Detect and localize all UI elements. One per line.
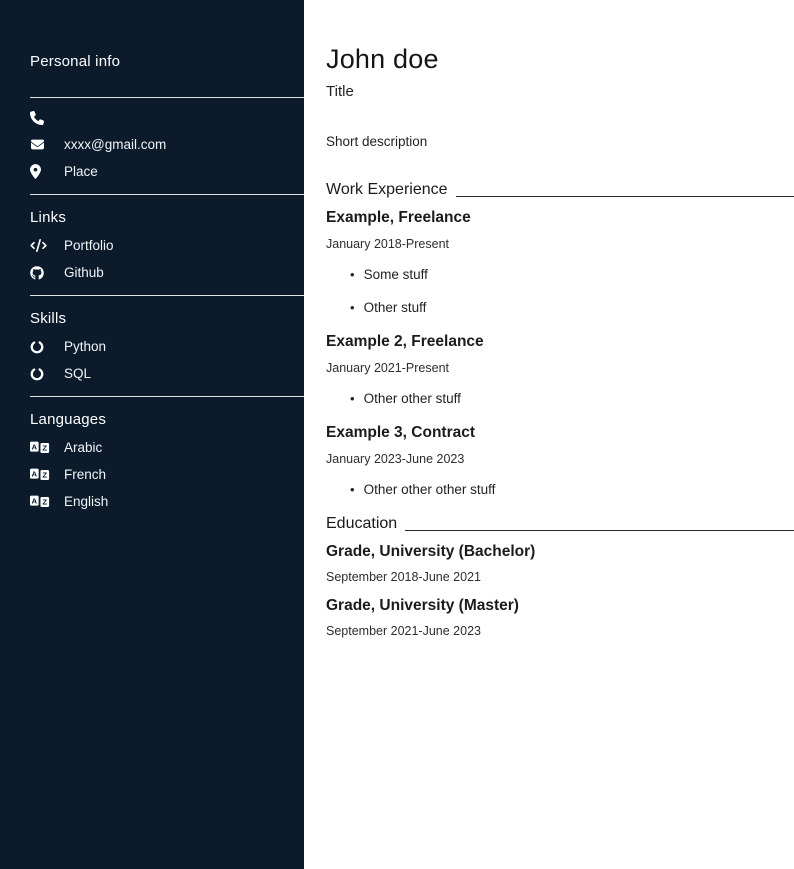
education-entry: Grade, University (Master) September 202…: [326, 596, 794, 639]
education-header: Education: [326, 514, 794, 534]
links-heading: Links: [30, 208, 304, 228]
phone-icon: [30, 110, 54, 126]
short-description: Short description: [326, 133, 794, 151]
section-rule: [456, 196, 794, 197]
language-label: French: [64, 467, 106, 482]
bullet-text: Other other other stuff: [364, 481, 496, 498]
education-heading: Education: [326, 514, 397, 534]
links-list: Portfolio Github: [30, 236, 304, 282]
work-entry-title: Example 2, Freelance: [326, 332, 794, 351]
languages-heading: Languages: [30, 410, 304, 430]
work-entry-bullets: Other other other stuff: [326, 481, 794, 498]
divider: [30, 295, 304, 296]
language-icon: AZ: [30, 467, 54, 483]
work-entry: Example, Freelance January 2018-Present …: [326, 208, 794, 316]
bullet-item: Other other other stuff: [326, 481, 794, 498]
bullet-item: Some stuff: [326, 266, 794, 283]
email-link[interactable]: xxxx@gmail.com: [64, 137, 166, 152]
education-entry-date: September 2021-June 2023: [326, 624, 794, 639]
work-entry-date: January 2023-June 2023: [326, 452, 794, 467]
skill-label: Python: [64, 339, 106, 354]
svg-text:A: A: [31, 442, 37, 451]
place-row: Place: [30, 162, 304, 181]
svg-text:A: A: [31, 496, 37, 505]
language-row: AZ Arabic: [30, 438, 304, 457]
language-label: English: [64, 494, 108, 509]
skills-list: Python SQL: [30, 337, 304, 383]
divider: [30, 194, 304, 195]
bullet-text: Other other stuff: [364, 390, 461, 407]
svg-text:Z: Z: [42, 444, 47, 453]
bullet-text: Other stuff: [364, 299, 427, 316]
work-experience-heading: Work Experience: [326, 180, 448, 200]
language-icon: AZ: [30, 440, 54, 456]
language-row: AZ French: [30, 465, 304, 484]
skills-heading: Skills: [30, 309, 304, 329]
code-icon: [30, 238, 54, 254]
main-content: John doe Title Short description Work Ex…: [304, 0, 794, 869]
svg-text:A: A: [31, 469, 37, 478]
section-rule: [405, 530, 794, 531]
work-entry-title: Example, Freelance: [326, 208, 794, 227]
language-label: Arabic: [64, 440, 102, 455]
work-entry-bullets: Other other stuff: [326, 390, 794, 407]
svg-text:Z: Z: [42, 471, 47, 480]
divider: [30, 396, 304, 397]
link-row-github: Github: [30, 263, 304, 282]
work-entry: Example 2, Freelance January 2021-Presen…: [326, 332, 794, 407]
portfolio-link[interactable]: Portfolio: [64, 238, 114, 253]
language-row: AZ English: [30, 492, 304, 511]
email-row: xxxx@gmail.com: [30, 135, 304, 154]
education-entry-title: Grade, University (Bachelor): [326, 542, 794, 561]
personal-info-heading: Personal info: [30, 52, 304, 72]
divider: [30, 97, 304, 98]
bullet-text: Some stuff: [364, 266, 428, 283]
language-icon: AZ: [30, 494, 54, 510]
github-link[interactable]: Github: [64, 265, 104, 280]
work-entry-bullets: Some stuff Other stuff: [326, 266, 794, 316]
education-entry: Grade, University (Bachelor) September 2…: [326, 542, 794, 585]
education-entry-title: Grade, University (Master): [326, 596, 794, 615]
work-entry-title: Example 3, Contract: [326, 423, 794, 442]
person-title: Title: [326, 83, 794, 101]
sidebar: Personal info xxxx@gmail.com Place: [0, 0, 304, 869]
envelope-icon: [30, 137, 54, 153]
github-icon: [30, 265, 54, 281]
skill-row: SQL: [30, 364, 304, 383]
circle-notch-icon: [30, 366, 54, 382]
languages-list: AZ Arabic AZ French AZ English: [30, 438, 304, 511]
link-row-portfolio: Portfolio: [30, 236, 304, 255]
place-value: Place: [64, 164, 98, 179]
svg-text:Z: Z: [42, 498, 47, 507]
person-name: John doe: [326, 44, 794, 74]
location-pin-icon: [30, 164, 54, 180]
work-experience-header: Work Experience: [326, 180, 794, 200]
contact-list: xxxx@gmail.com Place: [30, 108, 304, 181]
work-entry-date: January 2018-Present: [326, 237, 794, 252]
skill-row: Python: [30, 337, 304, 356]
bullet-item: Other stuff: [326, 299, 794, 316]
work-entry: Example 3, Contract January 2023-June 20…: [326, 423, 794, 498]
work-entry-date: January 2021-Present: [326, 361, 794, 376]
circle-notch-icon: [30, 339, 54, 355]
skill-label: SQL: [64, 366, 91, 381]
resume-page: Personal info xxxx@gmail.com Place: [0, 0, 794, 869]
phone-row: [30, 108, 304, 127]
education-entry-date: September 2018-June 2021: [326, 570, 794, 585]
bullet-item: Other other stuff: [326, 390, 794, 407]
